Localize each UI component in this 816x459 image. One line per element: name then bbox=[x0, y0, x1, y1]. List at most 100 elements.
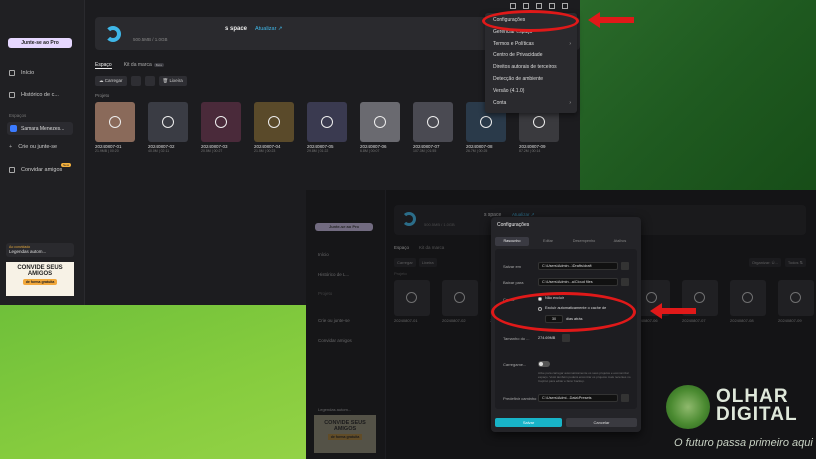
promo-captions-card[interactable]: Ao convidado Legendas autom... bbox=[6, 243, 74, 257]
project-tile[interactable]: 20240807-05 29.8M | 01:22 bbox=[307, 102, 347, 153]
upload-button[interactable]: Carregar bbox=[394, 258, 416, 267]
menu-item[interactable]: Detecção de ambiente bbox=[485, 74, 577, 86]
user-space-item[interactable]: Samara Menezes... bbox=[7, 122, 73, 135]
project-name: 20240807-07 bbox=[682, 318, 706, 323]
spaces-header: Espaços bbox=[9, 113, 27, 118]
green-background-top bbox=[580, 0, 816, 190]
storage-usage: 500.5MB / 1.0GB bbox=[133, 37, 168, 42]
invite-friends-promo[interactable]: CONVIDE SEUS AMIGOS de forma gratuita bbox=[6, 262, 74, 296]
project-tile[interactable]: 20240807-01 bbox=[394, 280, 430, 323]
sort-dropdown[interactable]: Organizar: Ú... bbox=[748, 258, 781, 267]
cloud-icon bbox=[454, 292, 465, 303]
project-toolbar: ☁ Carregar 🗑 Lixeira bbox=[95, 76, 187, 86]
project-tile[interactable]: 20240807-08 bbox=[730, 280, 766, 323]
project-meta: 40.0M | 02:11 bbox=[148, 149, 170, 153]
nav-history[interactable]: Histórico de c... bbox=[9, 92, 59, 98]
project-tile[interactable]: 20240807-02 bbox=[442, 280, 478, 323]
tab-space[interactable]: Espaço bbox=[394, 245, 409, 250]
home-icon bbox=[9, 70, 15, 76]
menu-item[interactable]: Versão (4.1.0) bbox=[485, 86, 577, 98]
save-button[interactable]: Salvar bbox=[495, 418, 562, 427]
project-tile[interactable]: 20240807-04 21.5M | 00:23 bbox=[254, 102, 294, 153]
preset-path: C:\Users\Admi...Data\Presets bbox=[538, 394, 618, 402]
cloud-icon bbox=[480, 116, 492, 128]
cloud-icon bbox=[646, 292, 657, 303]
sidebar-dimmed: Junte-se ao Pro Início Histórico de L...… bbox=[306, 190, 386, 459]
nav-invite-friends[interactable]: Convidar amigos bbox=[318, 338, 352, 343]
cloud-icon bbox=[790, 292, 801, 303]
promo-captions-card[interactable]: Legendas autom... bbox=[318, 407, 351, 412]
cancel-button[interactable]: Cancelar bbox=[566, 418, 637, 427]
arrow-head-settings bbox=[588, 12, 600, 28]
save-in-label: Salvar em bbox=[503, 264, 522, 269]
capcut-logo-icon bbox=[105, 26, 121, 42]
tab-shortcuts[interactable]: Atalhos bbox=[603, 237, 637, 246]
project-tile[interactable]: 20240807-02 40.0M | 02:11 bbox=[148, 102, 188, 153]
highlight-oval-settings bbox=[482, 10, 579, 32]
join-pro-button[interactable]: Junte-se ao Pro bbox=[8, 38, 72, 48]
tab-space[interactable]: Espaço bbox=[95, 62, 112, 69]
invite-friends-promo[interactable]: CONVIDE SEUS AMIGOS de forma gratuita bbox=[314, 415, 376, 453]
gift-icon bbox=[9, 167, 15, 173]
cloud-icon bbox=[268, 116, 280, 128]
project-tile[interactable]: 20240807-07 bbox=[682, 280, 718, 323]
dialog-tabs: Rascunho Editar Desempenho Atalhos bbox=[495, 237, 637, 246]
folder-icon[interactable] bbox=[621, 278, 629, 286]
close-icon[interactable] bbox=[562, 3, 568, 9]
nav-home[interactable]: Início bbox=[9, 70, 34, 76]
promo-cta[interactable]: de forma gratuita bbox=[22, 279, 58, 285]
folder-icon[interactable] bbox=[621, 262, 629, 270]
autoload-label: Carregame... bbox=[503, 362, 527, 367]
menu-item[interactable]: Conta › bbox=[485, 98, 577, 110]
layout-icon[interactable] bbox=[510, 3, 516, 9]
arrow-cache bbox=[662, 308, 696, 314]
project-tile[interactable]: 20240807-03 20.5M | 00:27 bbox=[201, 102, 241, 153]
minimize-icon[interactable] bbox=[536, 3, 542, 9]
tab-brand-kit[interactable]: Kit da marca Beta bbox=[124, 62, 164, 69]
download-to-path: C:\Users\Admin...a\Cloud files bbox=[538, 278, 618, 286]
tab-performance[interactable]: Desempenho bbox=[567, 237, 601, 246]
cloud-icon bbox=[742, 292, 753, 303]
folder-icon[interactable] bbox=[621, 394, 629, 402]
nav-home[interactable]: Início bbox=[318, 252, 329, 257]
cache-size-value: 274.69MB bbox=[538, 336, 556, 340]
new-folder-icon[interactable] bbox=[130, 76, 141, 86]
nav-invite-friends[interactable]: Convidar amigos bbox=[9, 167, 62, 173]
project-name: 20240807-08 bbox=[730, 318, 754, 323]
menu-item[interactable]: Termos e Políticas › bbox=[485, 39, 577, 51]
settings-icon[interactable] bbox=[523, 3, 529, 9]
create-or-join-space[interactable]: Crie ou junte-se bbox=[318, 318, 350, 323]
chevron-right-icon: › bbox=[569, 99, 571, 106]
trash-button[interactable]: Lixeira bbox=[418, 258, 437, 267]
project-tile[interactable]: 20240807-09 bbox=[778, 280, 814, 323]
cloud-icon bbox=[321, 116, 333, 128]
menu-item[interactable]: Centro de Privacidade bbox=[485, 50, 577, 62]
autoload-toggle[interactable] bbox=[538, 361, 550, 367]
new-badge: New bbox=[61, 163, 72, 167]
project-tile[interactable]: 20240807-01 21.9MB | 00:20 bbox=[95, 102, 135, 153]
tab-brand-kit[interactable]: Kit da marca bbox=[419, 245, 444, 250]
tab-draft[interactable]: Rascunho bbox=[495, 237, 529, 246]
storage-usage: 500.5MB / 1.0GB bbox=[424, 222, 455, 227]
watermark-tagline: O futuro passa primeiro aqui bbox=[674, 437, 813, 449]
project-name: 20240807-02 bbox=[442, 318, 466, 323]
space-title: s space bbox=[225, 26, 248, 32]
upgrade-link[interactable]: Atualizar ↗ bbox=[255, 26, 283, 32]
upload-button[interactable]: ☁ Carregar bbox=[95, 76, 127, 86]
project-thumbnail bbox=[442, 280, 478, 316]
select-icon[interactable] bbox=[144, 76, 155, 86]
filter-dropdown[interactable]: Todos ⇅ bbox=[784, 258, 806, 267]
watermark-line2: DIGITAL bbox=[716, 404, 798, 425]
nav-history[interactable]: Histórico de L... bbox=[318, 272, 349, 277]
join-pro-button[interactable]: Junte-se ao Pro bbox=[315, 223, 373, 231]
project-meta: 87.2M | 00:14 bbox=[519, 149, 541, 153]
project-tile[interactable]: 20240807-07 107.3M | 01:55 bbox=[413, 102, 453, 153]
project-tile[interactable]: 20240807-06 6.8M | 00:07 bbox=[360, 102, 400, 153]
maximize-icon[interactable] bbox=[549, 3, 555, 9]
menu-item[interactable]: Direitos autorais de terceiros bbox=[485, 62, 577, 74]
tab-edit[interactable]: Editar bbox=[531, 237, 565, 246]
create-or-join-space[interactable]: + Crie ou junte-se bbox=[9, 144, 57, 150]
clear-cache-icon[interactable] bbox=[562, 334, 570, 342]
trash-button[interactable]: 🗑 Lixeira bbox=[158, 76, 187, 86]
project-toolbar: Carregar Lixeira bbox=[394, 258, 437, 267]
